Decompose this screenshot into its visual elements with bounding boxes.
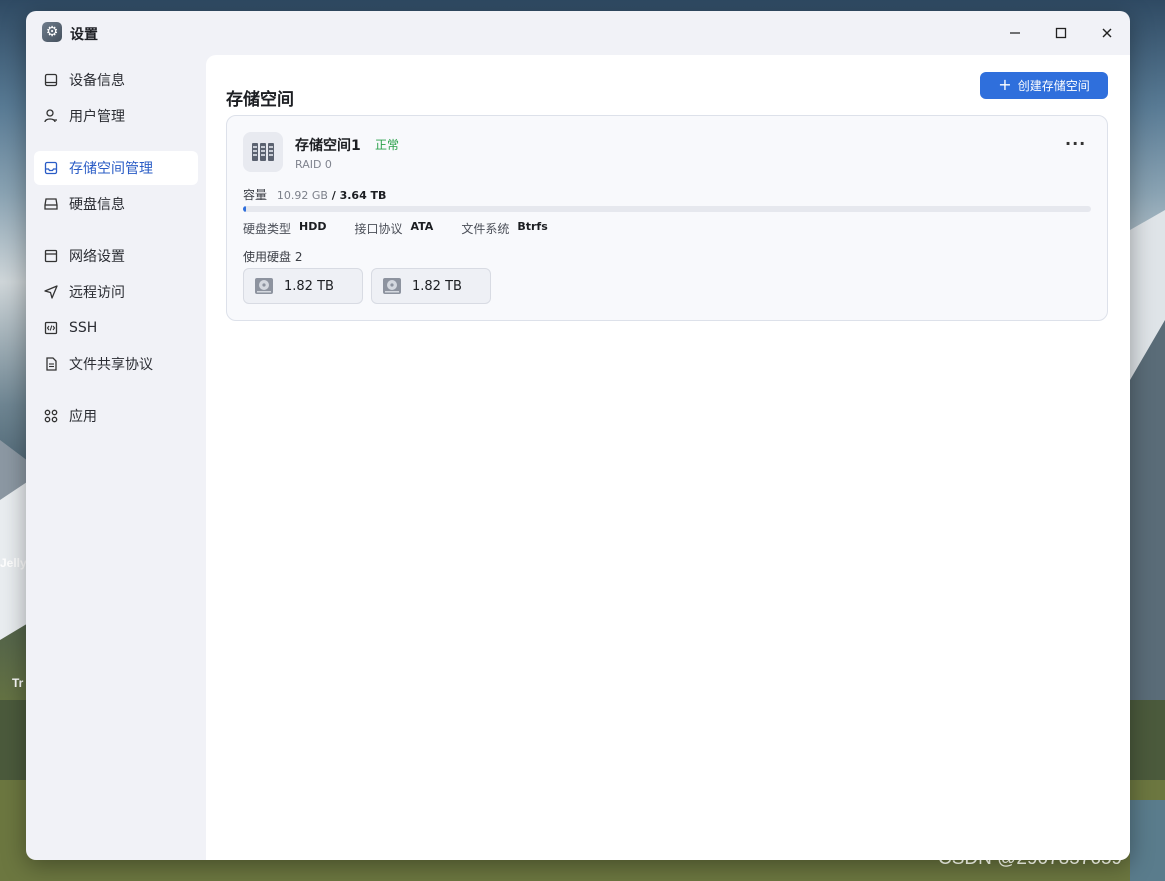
minimize-icon [1010, 32, 1020, 34]
filesystem-value: Btrfs [517, 220, 548, 233]
page-title: 存储空间 [226, 90, 294, 110]
watermark: CSDN @2907857659 [938, 848, 1123, 869]
sidebar-item-label: 存储空间管理 [69, 161, 153, 177]
server-rack-icon [243, 132, 283, 172]
sidebar-item-network-settings[interactable]: 网络设置 [34, 239, 198, 273]
disk-chip[interactable]: 1.82 TB [371, 268, 491, 304]
sidebar-item-remote-access[interactable]: 远程访问 [34, 275, 198, 309]
titlebar: ⚙ 设置 [26, 11, 1130, 55]
maximize-icon [1055, 27, 1067, 39]
sidebar-item-label: 应用 [69, 409, 97, 425]
sidebar-item-ssh[interactable]: SSH [34, 311, 198, 345]
apps-icon [43, 408, 59, 424]
sidebar-item-label: 硬盘信息 [69, 197, 125, 213]
capacity-row: 容量 10.92 GB / 3.64 TB [243, 186, 386, 203]
disk-size: 1.82 TB [412, 278, 462, 294]
sidebar-item-label: 网络设置 [69, 249, 125, 265]
raid-level: RAID 0 [295, 158, 332, 171]
sidebar: 设备信息 用户管理 存储空间管理 硬盘信息 网络设置 远程访问 SSH 文件共享… [26, 55, 206, 860]
disk-size: 1.82 TB [284, 278, 334, 294]
interface-value: ATA [410, 220, 434, 233]
sidebar-item-label: 远程访问 [69, 285, 125, 301]
meta-row: 硬盘类型 HDD 接口协议 ATA 文件系统 Btrfs [243, 220, 576, 237]
create-storage-button[interactable]: + 创建存储空间 [980, 72, 1108, 99]
hard-drive-icon [383, 278, 401, 294]
code-icon [43, 320, 59, 336]
file-icon [43, 356, 59, 372]
sidebar-item-device-info[interactable]: 设备信息 [34, 63, 198, 97]
sidebar-item-storage-management[interactable]: 存储空间管理 [34, 151, 198, 185]
status-badge: 正常 [375, 138, 400, 152]
storage-pool-card[interactable]: 存储空间1 正常 RAID 0 ··· 容量 10.92 GB / 3.64 T… [226, 115, 1108, 321]
minimize-button[interactable] [1000, 19, 1030, 47]
capacity-bar-fill [243, 206, 246, 212]
desktop-label-jelly[interactable]: Jelly [0, 556, 27, 570]
send-icon [43, 284, 59, 300]
more-options-icon[interactable]: ··· [1065, 134, 1086, 153]
sidebar-item-label: SSH [69, 320, 98, 336]
disk-type-label: 硬盘类型 [243, 222, 292, 236]
settings-gear-icon: ⚙ [42, 22, 62, 42]
close-icon [1102, 28, 1112, 38]
network-icon [43, 248, 59, 264]
main-panel: 存储空间 + 创建存储空间 存储空间1 正常 RAID 0 ··· 容量 10.… [206, 55, 1130, 860]
sidebar-item-user-management[interactable]: 用户管理 [34, 99, 198, 133]
create-storage-label: 创建存储空间 [1017, 79, 1090, 93]
user-icon [43, 108, 59, 124]
pool-name: 存储空间1 [295, 138, 361, 154]
sidebar-item-label: 文件共享协议 [69, 357, 153, 373]
disk-icon [43, 196, 59, 212]
disk-type-value: HDD [299, 220, 327, 233]
plus-icon: + [998, 74, 1012, 94]
maximize-button[interactable] [1046, 19, 1076, 47]
disks-used-label: 使用硬盘 2 [243, 250, 303, 264]
hard-drive-icon [255, 278, 273, 294]
sidebar-item-label: 设备信息 [69, 73, 125, 89]
sidebar-item-file-sharing[interactable]: 文件共享协议 [34, 347, 198, 381]
window-title: 设置 [70, 27, 98, 43]
settings-window: ⚙ 设置 设备信息 用户管理 存储空间管理 硬盘信息 网络设置 远程访问 SSH… [26, 11, 1130, 860]
desktop-label-tr[interactable]: Tr [12, 676, 23, 690]
filesystem-label: 文件系统 [461, 222, 510, 236]
capacity-total: / 3.64 TB [331, 189, 387, 202]
close-button[interactable] [1092, 19, 1122, 47]
capacity-bar [243, 206, 1091, 212]
capacity-label: 容量 [243, 188, 268, 202]
capacity-used: 10.92 GB [276, 189, 328, 202]
disk-chip[interactable]: 1.82 TB [243, 268, 363, 304]
device-icon [43, 72, 59, 88]
sidebar-item-label: 用户管理 [69, 109, 125, 125]
storage-icon [43, 160, 59, 176]
sidebar-item-apps[interactable]: 应用 [34, 399, 198, 433]
interface-label: 接口协议 [354, 222, 403, 236]
sidebar-item-disk-info[interactable]: 硬盘信息 [34, 187, 198, 221]
